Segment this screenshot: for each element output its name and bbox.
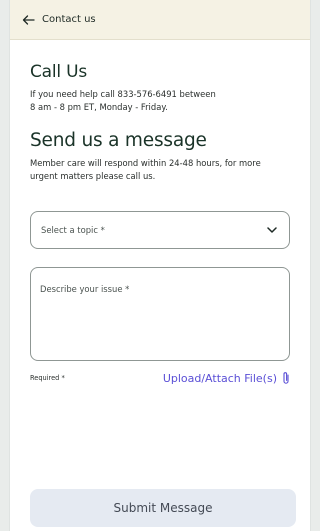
submit-message-label: Submit Message [113, 501, 213, 515]
submit-message-button[interactable]: Submit Message [30, 489, 296, 527]
required-note: Required * [30, 374, 65, 382]
top-bar: Contact us [10, 0, 310, 40]
page-title: Contact us [42, 14, 96, 25]
call-us-text-line1: If you need help call 833-576-6491 betwe… [30, 89, 216, 99]
upload-attach-link[interactable]: Upload/Attach File(s) [163, 371, 290, 385]
send-message-text-line2: urgent matters please call us. [30, 171, 156, 181]
issue-textarea-placeholder: Describe your issue * [40, 284, 130, 294]
topic-select[interactable]: Select a topic * [30, 211, 290, 249]
contact-page: Contact us Call Us If you need help call… [10, 0, 310, 531]
chevron-down-icon [267, 227, 277, 233]
main-content: Call Us If you need help call 833-576-64… [10, 62, 310, 385]
upload-attach-label: Upload/Attach File(s) [162, 371, 277, 385]
back-button[interactable]: Contact us [22, 14, 96, 25]
paperclip-icon [282, 371, 290, 385]
form-footer-row: Required * Upload/Attach File(s) [30, 371, 290, 385]
call-us-text-line2: 8 am - 8 pm ET, Monday - Friday. [30, 102, 168, 112]
call-us-heading: Call Us [30, 62, 88, 82]
send-message-heading: Send us a message [30, 130, 207, 151]
send-message-text-line1: Member care will respond within 24-48 ho… [30, 158, 261, 168]
issue-textarea[interactable]: Describe your issue * [30, 267, 290, 361]
topic-select-placeholder: Select a topic * [41, 225, 105, 235]
arrow-left-icon [22, 14, 35, 25]
